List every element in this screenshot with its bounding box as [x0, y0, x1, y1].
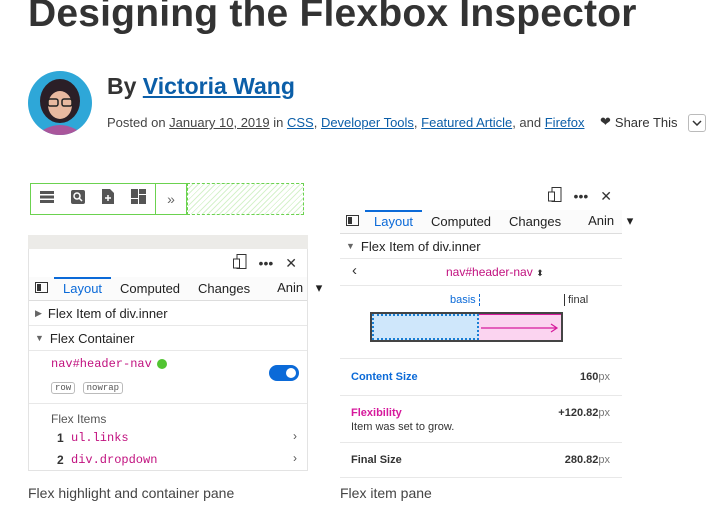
double-chevron-right-icon: »	[167, 191, 175, 207]
content-size-row: Content Size 160px	[340, 359, 622, 396]
flexibility-row: Flexibility Item was set to grow. +120.8…	[340, 396, 622, 443]
layout-pane-right: ••• ✕ Layout Computed Changes Anin ▾ ▼ F…	[340, 182, 633, 478]
sidebar-toggle-icon[interactable]	[340, 214, 365, 233]
container-info: nav#header-nav row nowrap	[29, 351, 307, 404]
updown-icon: ⬍	[536, 268, 544, 278]
author-link[interactable]: Victoria Wang	[143, 73, 295, 99]
post-date: January 10, 2019	[169, 115, 270, 130]
tab-bar: Layout Computed Changes Anin ▾	[29, 277, 322, 301]
flex-item-list-item[interactable]: 1 ul.links ›	[29, 426, 307, 448]
add-page-icon[interactable]	[102, 189, 115, 209]
left-caption: Flex highlight and container pane	[28, 485, 235, 501]
share-dropdown-button[interactable]	[688, 114, 706, 132]
responsive-icon[interactable]	[232, 254, 247, 272]
flex-container-row[interactable]: ▼ Flex Container	[29, 326, 307, 351]
category-devtools-link[interactable]: Developer Tools	[321, 115, 414, 130]
more-options-icon[interactable]: •••	[259, 255, 274, 271]
category-featured-link[interactable]: Featured Article	[421, 115, 512, 130]
layout-pane-left: ••• ✕ Layout Computed Changes Anin ▾ ▶ F…	[28, 249, 322, 471]
back-chevron-icon[interactable]: ‹	[352, 262, 357, 279]
close-icon[interactable]: ✕	[600, 188, 612, 205]
right-caption: Flex item pane	[340, 485, 432, 501]
byline: By Victoria Wang	[107, 73, 295, 99]
tab-bar: Layout Computed Changes Anin ▾	[340, 210, 633, 234]
final-label: final	[568, 294, 589, 306]
category-css-link[interactable]: CSS	[287, 115, 314, 130]
chevron-right-icon: ›	[293, 451, 297, 465]
tab-animations[interactable]: Anin ▾	[570, 213, 642, 233]
tab-layout[interactable]: Layout	[54, 277, 112, 300]
flex-wrap-pill: nowrap	[82, 382, 124, 394]
chevron-right-icon: ›	[293, 429, 297, 443]
post-meta: Posted on January 10, 2019 in CSS, Devel…	[107, 115, 585, 130]
tab-computed[interactable]: Computed	[422, 214, 500, 233]
browser-bar	[28, 235, 308, 249]
flex-item-sizing-diagram: basis final	[340, 286, 622, 359]
tab-changes[interactable]: Changes	[189, 281, 259, 300]
flex-item-list-item[interactable]: 2 div.dropdown ›	[29, 448, 307, 470]
chevron-down-icon	[692, 120, 702, 126]
container-selector[interactable]: nav#header-nav	[51, 357, 152, 371]
flex-highlight-box	[30, 183, 156, 215]
page-title: Designing the Flexbox Inspector	[28, 0, 637, 35]
arrow-right-icon	[481, 323, 559, 333]
grid-icon[interactable]	[131, 189, 147, 209]
flex-item-row[interactable]: ▼ Flex Item of div.inner	[340, 234, 622, 259]
close-icon[interactable]: ✕	[285, 255, 297, 272]
triangle-down-icon: ▼	[346, 241, 355, 251]
triangle-right-icon: ▶	[35, 307, 42, 318]
tab-layout[interactable]: Layout	[365, 210, 423, 233]
final-size-row: Final Size 280.82px	[340, 443, 622, 478]
author-avatar[interactable]	[28, 71, 92, 135]
devtools-icons: ••• ✕	[340, 182, 622, 210]
selector-dropdown[interactable]: nav#header-nav ⬍	[446, 265, 544, 279]
sidebar-toggle-icon[interactable]	[29, 281, 54, 300]
heart-icon: ❤	[600, 114, 611, 129]
tab-animations[interactable]: Anin ▾	[259, 280, 331, 300]
tab-changes[interactable]: Changes	[500, 214, 570, 233]
basis-marker	[479, 294, 481, 306]
basis-box	[372, 314, 479, 340]
tab-computed[interactable]: Computed	[111, 281, 189, 300]
search-icon[interactable]	[70, 189, 85, 209]
devtools-icons: ••• ✕	[29, 249, 307, 277]
flex-items-label: Flex Items	[51, 412, 107, 426]
grow-area	[479, 314, 561, 340]
final-marker	[564, 294, 565, 306]
flex-highlight-toggle[interactable]	[269, 365, 299, 381]
share-button[interactable]: ❤ Share This	[600, 114, 678, 130]
selector-header: ‹ nav#header-nav ⬍	[340, 259, 622, 286]
triangle-down-icon: ▼	[35, 333, 44, 343]
flex-free-space-hatch	[187, 183, 304, 215]
more-chevron-button[interactable]: »	[155, 183, 187, 215]
category-firefox-link[interactable]: Firefox	[545, 115, 585, 130]
flex-direction-pill: row	[51, 382, 76, 394]
more-options-icon[interactable]: •••	[574, 188, 589, 204]
green-dot-icon[interactable]	[156, 359, 167, 369]
responsive-icon[interactable]	[547, 187, 562, 205]
basis-label: basis	[450, 294, 476, 306]
item-outline	[370, 312, 563, 342]
list-icon[interactable]	[39, 190, 54, 208]
flex-item-row[interactable]: ▶ Flex Item of div.inner	[29, 301, 307, 326]
